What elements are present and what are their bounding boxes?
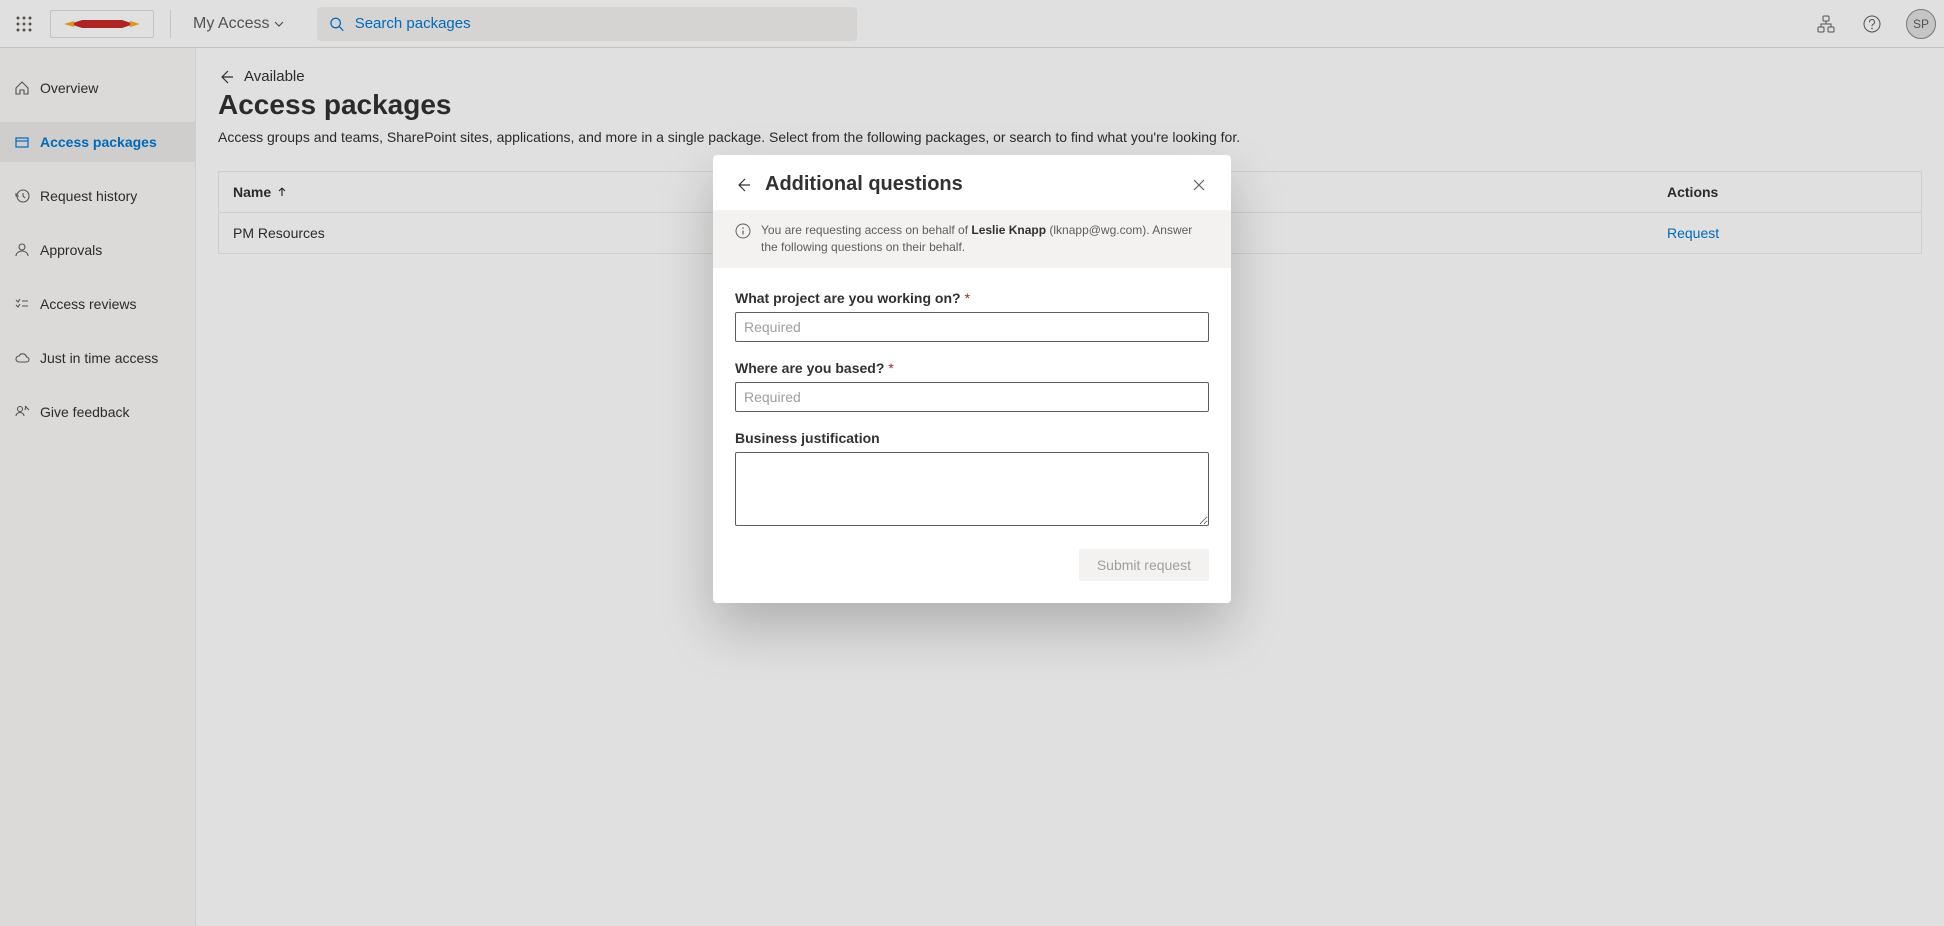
question-1-input[interactable] xyxy=(735,312,1209,342)
question-1-field: What project are you working on?* xyxy=(735,290,1209,342)
additional-questions-dialog: Additional questions You are requesting … xyxy=(713,155,1231,603)
business-justification-input[interactable] xyxy=(735,452,1209,526)
info-icon xyxy=(735,223,751,239)
question-2-input[interactable] xyxy=(735,382,1209,412)
required-indicator: * xyxy=(888,360,893,376)
arrow-left-icon xyxy=(735,177,751,193)
modal-overlay[interactable]: Additional questions You are requesting … xyxy=(0,0,1944,926)
business-justification-field: Business justification xyxy=(735,430,1209,529)
dialog-close-button[interactable] xyxy=(1189,175,1209,195)
close-icon xyxy=(1192,178,1206,192)
info-banner: You are requesting access on behalf of L… xyxy=(713,210,1231,268)
dialog-title: Additional questions xyxy=(765,173,1175,196)
question-2-label: Where are you based?* xyxy=(735,360,1209,376)
question-1-label: What project are you working on?* xyxy=(735,290,1209,306)
dialog-back-button[interactable] xyxy=(735,177,751,193)
question-2-field: Where are you based?* xyxy=(735,360,1209,412)
business-justification-label: Business justification xyxy=(735,430,1209,446)
required-indicator: * xyxy=(965,290,970,306)
info-banner-text: You are requesting access on behalf of L… xyxy=(761,222,1209,256)
submit-request-button[interactable]: Submit request xyxy=(1079,549,1209,581)
